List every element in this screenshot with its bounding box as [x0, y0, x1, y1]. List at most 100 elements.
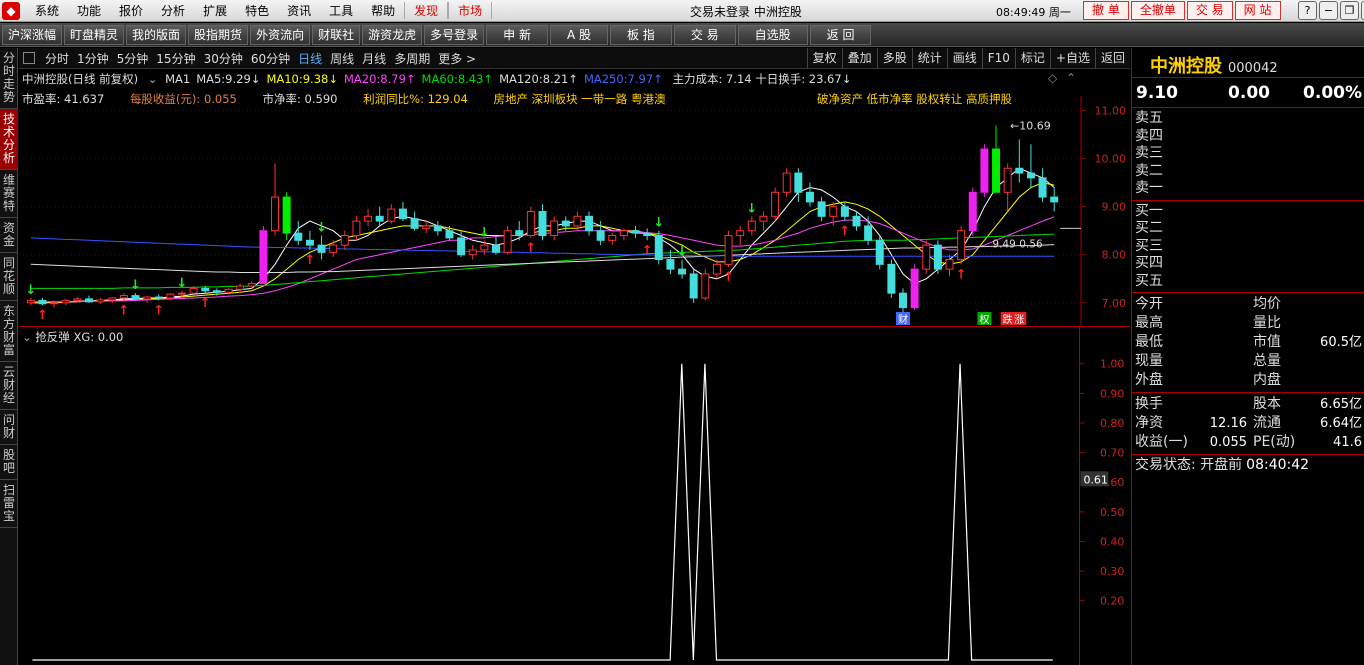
left-tab-2[interactable]: 维赛特 — [0, 170, 18, 218]
chart-tool-4[interactable]: 画线 — [946, 48, 982, 69]
chart-tool-2[interactable]: 多股 — [876, 48, 912, 69]
restore-icon[interactable]: ❐ — [1340, 1, 1359, 20]
toolbar-button-5[interactable]: 财联社 — [312, 24, 361, 45]
chevron-down-icon[interactable]: ⌄ — [22, 330, 32, 344]
ma-line-MA120 — [30, 244, 1055, 273]
buy-arrow-7: ↑ — [723, 270, 734, 285]
help-icon[interactable]: ? — [1298, 1, 1317, 20]
left-tab-1[interactable]: 技术分析 — [0, 109, 18, 170]
last-price: 9.10 — [1136, 82, 1178, 103]
menu-item-2[interactable]: 报价 — [110, 2, 152, 19]
stats1-value-a-0 — [1192, 295, 1247, 314]
toolbar-button-9[interactable]: A 股 — [549, 24, 608, 45]
menu-item-0[interactable]: 系统 — [26, 2, 68, 19]
period-9[interactable]: 多周期 — [390, 50, 434, 67]
chart-tool-8[interactable]: 返回 — [1094, 48, 1130, 69]
toolbar-button-7[interactable]: 多号登录 — [424, 24, 485, 45]
candle-body-4 — [73, 298, 82, 301]
period-6[interactable]: 日线 — [294, 50, 326, 67]
chart-tool-0[interactable]: 复权 — [806, 48, 842, 69]
diamond-icon[interactable]: ◇ — [1048, 71, 1057, 85]
menu-item-7[interactable]: 工具 — [320, 2, 362, 19]
chart-tool-3[interactable]: 统计 — [911, 48, 947, 69]
layout-toggle-icon[interactable] — [23, 52, 35, 64]
ask-level-3: 卖二 — [1135, 162, 1163, 179]
candle-body-12 — [166, 293, 175, 299]
candle-body-8 — [119, 295, 128, 299]
toolbar-button-13[interactable]: 返 回 — [809, 24, 872, 45]
candle-body-73 — [875, 239, 884, 265]
event-mark-2: 跌 — [1003, 313, 1013, 326]
trade-button-2[interactable]: 交 易 — [1186, 1, 1233, 20]
candle-body-44 — [538, 211, 547, 237]
period-10[interactable]: 更多 > — [434, 50, 480, 67]
left-tab-0[interactable]: 分时走势 — [0, 48, 18, 109]
period-5[interactable]: 60分钟 — [247, 50, 294, 67]
indicator-tick-label-3: 0.70 — [1100, 447, 1124, 460]
menu-red-item-0[interactable]: 发现 — [404, 2, 449, 19]
period-7[interactable]: 周线 — [326, 50, 358, 67]
menu-item-1[interactable]: 功能 — [68, 2, 110, 19]
menu-item-4[interactable]: 扩展 — [194, 2, 236, 19]
left-tab-7[interactable]: 问财 — [0, 410, 18, 445]
period-8[interactable]: 月线 — [358, 50, 390, 67]
toolbar-button-8[interactable]: 申 新 — [486, 24, 548, 45]
menu-red-item-1[interactable]: 市场 — [448, 2, 493, 19]
indicator-chart[interactable]: 1.000.900.800.700.600.500.400.300.200.61 — [19, 326, 1130, 665]
trade-button-3[interactable]: 网 站 — [1234, 1, 1281, 20]
period-4[interactable]: 30分钟 — [200, 50, 247, 67]
chevron-down-icon[interactable]: ⌄ — [148, 72, 158, 86]
candle-41 — [503, 225, 512, 255]
chart-tool-5[interactable]: F10 — [981, 48, 1015, 69]
sell-arrow-1: ↓ — [130, 278, 141, 293]
concept-tags[interactable]: 房地产 深圳板块 一带一路 粤港澳 — [494, 92, 666, 106]
left-tab-9[interactable]: 扫雷宝 — [0, 480, 18, 528]
period-0[interactable]: 分时 — [41, 50, 73, 67]
candle-20 — [259, 225, 268, 285]
stats2-label-a-0: 换手 — [1135, 396, 1163, 412]
toolbar-button-3[interactable]: 股指期货 — [188, 24, 249, 45]
toolbar-button-11[interactable]: 交 易 — [673, 24, 736, 45]
candle-66 — [794, 168, 803, 202]
toolbar-button-4[interactable]: 外资流向 — [250, 24, 311, 45]
stats2-value-a-1: 12.16 — [1209, 416, 1247, 431]
stats2-row-2: 收益(一) 0.055 PE(动) 41.6 — [1132, 433, 1364, 452]
toolbar-button-12[interactable]: 自选股 — [737, 24, 808, 45]
menu-item-6[interactable]: 资讯 — [278, 2, 320, 19]
menu-item-5[interactable]: 特色 — [236, 2, 278, 19]
chart-tool-6[interactable]: 标记 — [1014, 48, 1050, 69]
chart-tool-7[interactable]: +自选 — [1049, 48, 1095, 69]
candle-body-34 — [422, 225, 431, 229]
buy-arrow-9: ↑ — [956, 267, 967, 282]
toolbar-button-0[interactable]: 沪深涨幅 — [2, 24, 63, 45]
left-tab-3[interactable]: 资金 — [0, 218, 18, 253]
trade-button-0[interactable]: 撤 单 — [1083, 1, 1129, 20]
toolbar-button-6[interactable]: 游资龙虎 — [362, 24, 423, 45]
trade-button-1[interactable]: 全撤单 — [1130, 1, 1185, 20]
toolbar-button-1[interactable]: 盯盘精灵 — [64, 24, 125, 45]
period-2[interactable]: 5分钟 — [113, 50, 153, 67]
period-1[interactable]: 1分钟 — [73, 50, 113, 67]
stats2-label-b-2: PE(动) — [1253, 434, 1296, 450]
period-3[interactable]: 15分钟 — [152, 50, 199, 67]
left-tab-8[interactable]: 股吧 — [0, 445, 18, 480]
price-tick-label-3: 8.00 — [1102, 249, 1127, 262]
chart-tool-1[interactable]: 叠加 — [841, 48, 877, 69]
menu-item-8[interactable]: 帮助 — [362, 2, 404, 19]
stats2-label-b-0: 股本 — [1253, 396, 1281, 412]
left-tab-6[interactable]: 云财经 — [0, 362, 18, 410]
chevron-up-icon[interactable]: ⌃ — [1066, 71, 1076, 85]
toolbar-button-10[interactable]: 板 指 — [609, 24, 672, 45]
menu-item-3[interactable]: 分析 — [152, 2, 194, 19]
candle-body-36 — [445, 230, 454, 239]
indicator-tick-label-8: 0.20 — [1100, 595, 1124, 608]
left-tab-5[interactable]: 东方财富 — [0, 301, 18, 362]
left-tab-4[interactable]: 同花顺 — [0, 253, 18, 301]
candle-body-26 — [329, 244, 338, 253]
candle-28 — [352, 216, 361, 241]
toolbar-button-2[interactable]: 我的版面 — [126, 24, 187, 45]
event-mark-1: 权 — [979, 313, 989, 326]
kline-chart[interactable]: 11.0010.009.008.007.00↑ ↑ ↑ ↑↑↑ ↑↑↑↑↓ ↓ ↓↓ ↓↓↓↓… — [19, 96, 1130, 326]
minimize-icon[interactable]: − — [1319, 1, 1338, 20]
candle-body-29 — [364, 215, 373, 222]
